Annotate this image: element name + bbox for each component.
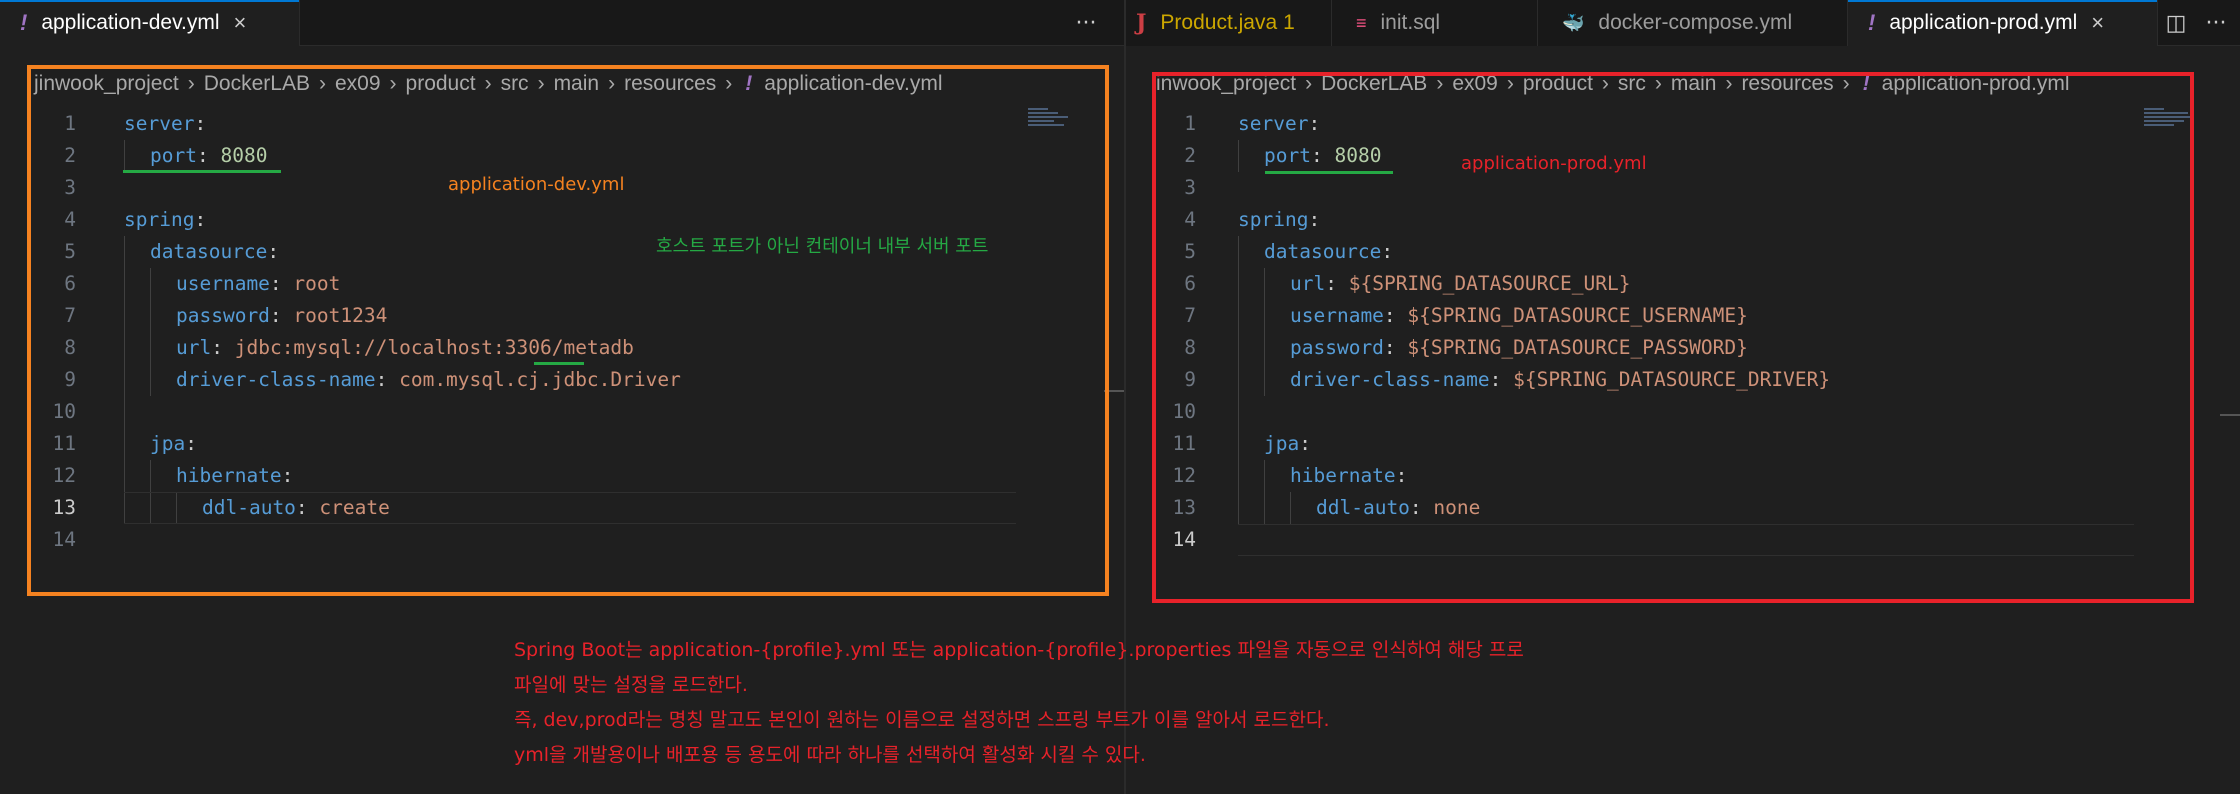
overview-ruler-mark	[2220, 414, 2240, 416]
left-tab-bar: ! application-dev.yml × ···	[0, 0, 1124, 46]
more-actions-icon[interactable]: ···	[2198, 0, 2234, 46]
tab-label: init.sql	[1380, 11, 1441, 34]
tab-label: application-prod.yml	[1889, 11, 2078, 34]
tab-label: application-dev.yml	[41, 11, 220, 34]
port-underline	[123, 170, 281, 173]
tab-application-prod-yml[interactable]: ! application-prod.yml ×	[1848, 0, 2158, 46]
prod-file-label: application-prod.yml	[1461, 153, 1647, 174]
dev-file-label: application-dev.yml	[448, 174, 625, 195]
yaml-file-icon: !	[20, 10, 28, 35]
tab-label: Product.java	[1160, 11, 1278, 34]
port-note: 호스트 포트가 아닌 컨테이너 내부 서버 포트	[656, 236, 989, 257]
close-icon[interactable]: ×	[2091, 10, 2104, 36]
explanation-note: yml을 개발용이나 배포용 등 용도에 따라 하나를 선택하여 활성화 시킬 …	[514, 744, 1146, 766]
yaml-file-icon: !	[1868, 10, 1876, 35]
explanation-note: Spring Boot는 application-{profile}.yml 또…	[514, 639, 1524, 661]
docker-icon: 🐳	[1562, 12, 1585, 33]
split-editor-icon[interactable]: ◫	[2158, 0, 2194, 46]
tab-init-sql[interactable]: ≡ init.sql	[1332, 0, 1538, 46]
db-port-underline	[534, 362, 584, 365]
prod-config-highlight-box	[1152, 72, 2194, 603]
tab-application-dev-yml[interactable]: ! application-dev.yml ×	[0, 0, 300, 46]
tab-label: docker-compose.yml	[1598, 11, 1793, 34]
tab-product-java[interactable]: J Product.java 1	[1126, 0, 1332, 46]
explanation-note: 파일에 맞는 설정을 로드한다.	[514, 674, 748, 696]
problem-count-badge: 1	[1283, 11, 1295, 34]
right-tab-bar: J Product.java 1 ≡ init.sql 🐳 docker-com…	[1126, 0, 2240, 46]
port-underline	[1265, 171, 1393, 174]
tab-docker-compose-yml[interactable]: 🐳 docker-compose.yml	[1538, 0, 1848, 46]
java-file-icon: J	[1136, 10, 1147, 36]
dev-config-highlight-box	[27, 65, 1109, 596]
database-icon: ≡	[1356, 12, 1367, 33]
explanation-note: 즉, dev,prod라는 명칭 말고도 본인이 원하는 이름으로 설정하면 스…	[514, 709, 1330, 731]
more-actions-icon[interactable]: ···	[1068, 0, 1104, 46]
close-icon[interactable]: ×	[234, 10, 247, 36]
